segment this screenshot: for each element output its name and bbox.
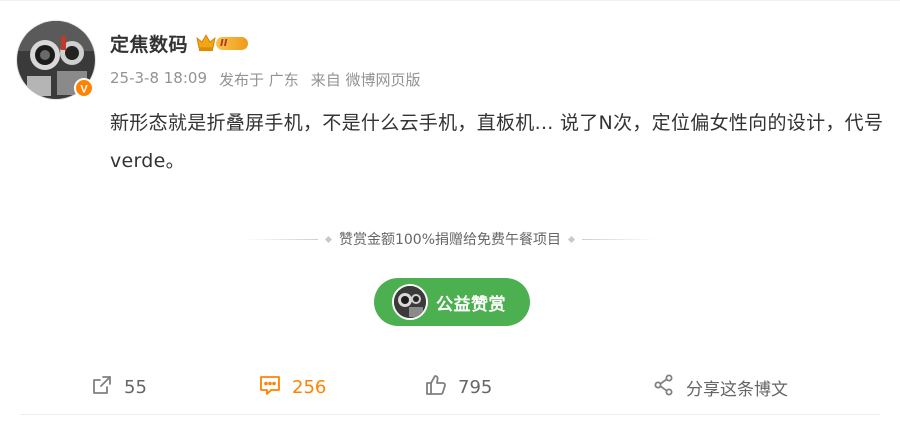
comment-count: 256 bbox=[292, 376, 327, 398]
post-meta: 25-3-8 18:09 发布于 广东 来自 微博网页版 bbox=[110, 69, 421, 90]
reward-avatar bbox=[392, 284, 428, 320]
share-icon bbox=[652, 373, 676, 401]
share-button[interactable]: 分享这条博文 bbox=[652, 374, 788, 400]
share-label: 分享这条博文 bbox=[686, 379, 788, 400]
reward-notice: 赞赏金额100%捐赠给免费午餐项目 bbox=[245, 229, 655, 249]
post-timestamp[interactable]: 25-3-8 18:09 bbox=[110, 69, 207, 90]
like-count: 795 bbox=[458, 376, 493, 398]
comment-button[interactable]: 256 bbox=[258, 374, 326, 400]
post-body: 新形态就是折叠屏手机，不是什么云手机，直板机... 说了N次，定位偏女性向的设计… bbox=[110, 112, 884, 172]
username[interactable]: 定焦数码 bbox=[110, 30, 188, 57]
diamond-left bbox=[324, 235, 333, 243]
forward-button[interactable]: 55 bbox=[90, 374, 147, 400]
verified-badge-icon: V bbox=[74, 78, 94, 98]
top-divider bbox=[0, 0, 900, 1]
divider-left bbox=[245, 238, 318, 240]
reward-button-label: 公益赞赏 bbox=[436, 294, 506, 315]
diamond-right bbox=[567, 235, 576, 243]
vip-level: II bbox=[220, 37, 228, 49]
like-button[interactable]: 795 bbox=[424, 374, 492, 400]
reward-button[interactable]: 公益赞赏 bbox=[374, 278, 530, 326]
divider-right bbox=[582, 238, 655, 240]
action-bar: 55 256 795 分享这条博文 bbox=[0, 364, 900, 412]
like-icon bbox=[424, 373, 448, 401]
post-source: 来自 微博网页版 bbox=[310, 71, 421, 89]
weibo-post-card: V 定焦数码 II 25-3-8 18:09 发布于 广东 来自 微博网页版 新… bbox=[0, 0, 900, 425]
author-row: 定焦数码 II bbox=[110, 29, 257, 57]
post-location: 发布于 广东 bbox=[219, 71, 299, 89]
comment-icon bbox=[258, 373, 282, 401]
reward-notice-text: 赞赏金额100%捐赠给免费午餐项目 bbox=[338, 232, 562, 248]
forward-icon bbox=[90, 373, 114, 401]
forward-count: 55 bbox=[124, 376, 147, 398]
crown-vip-icon[interactable]: II bbox=[196, 33, 257, 53]
avatar-container[interactable]: V bbox=[16, 20, 96, 100]
svg-text:V: V bbox=[80, 84, 88, 96]
bottom-divider bbox=[20, 414, 880, 415]
